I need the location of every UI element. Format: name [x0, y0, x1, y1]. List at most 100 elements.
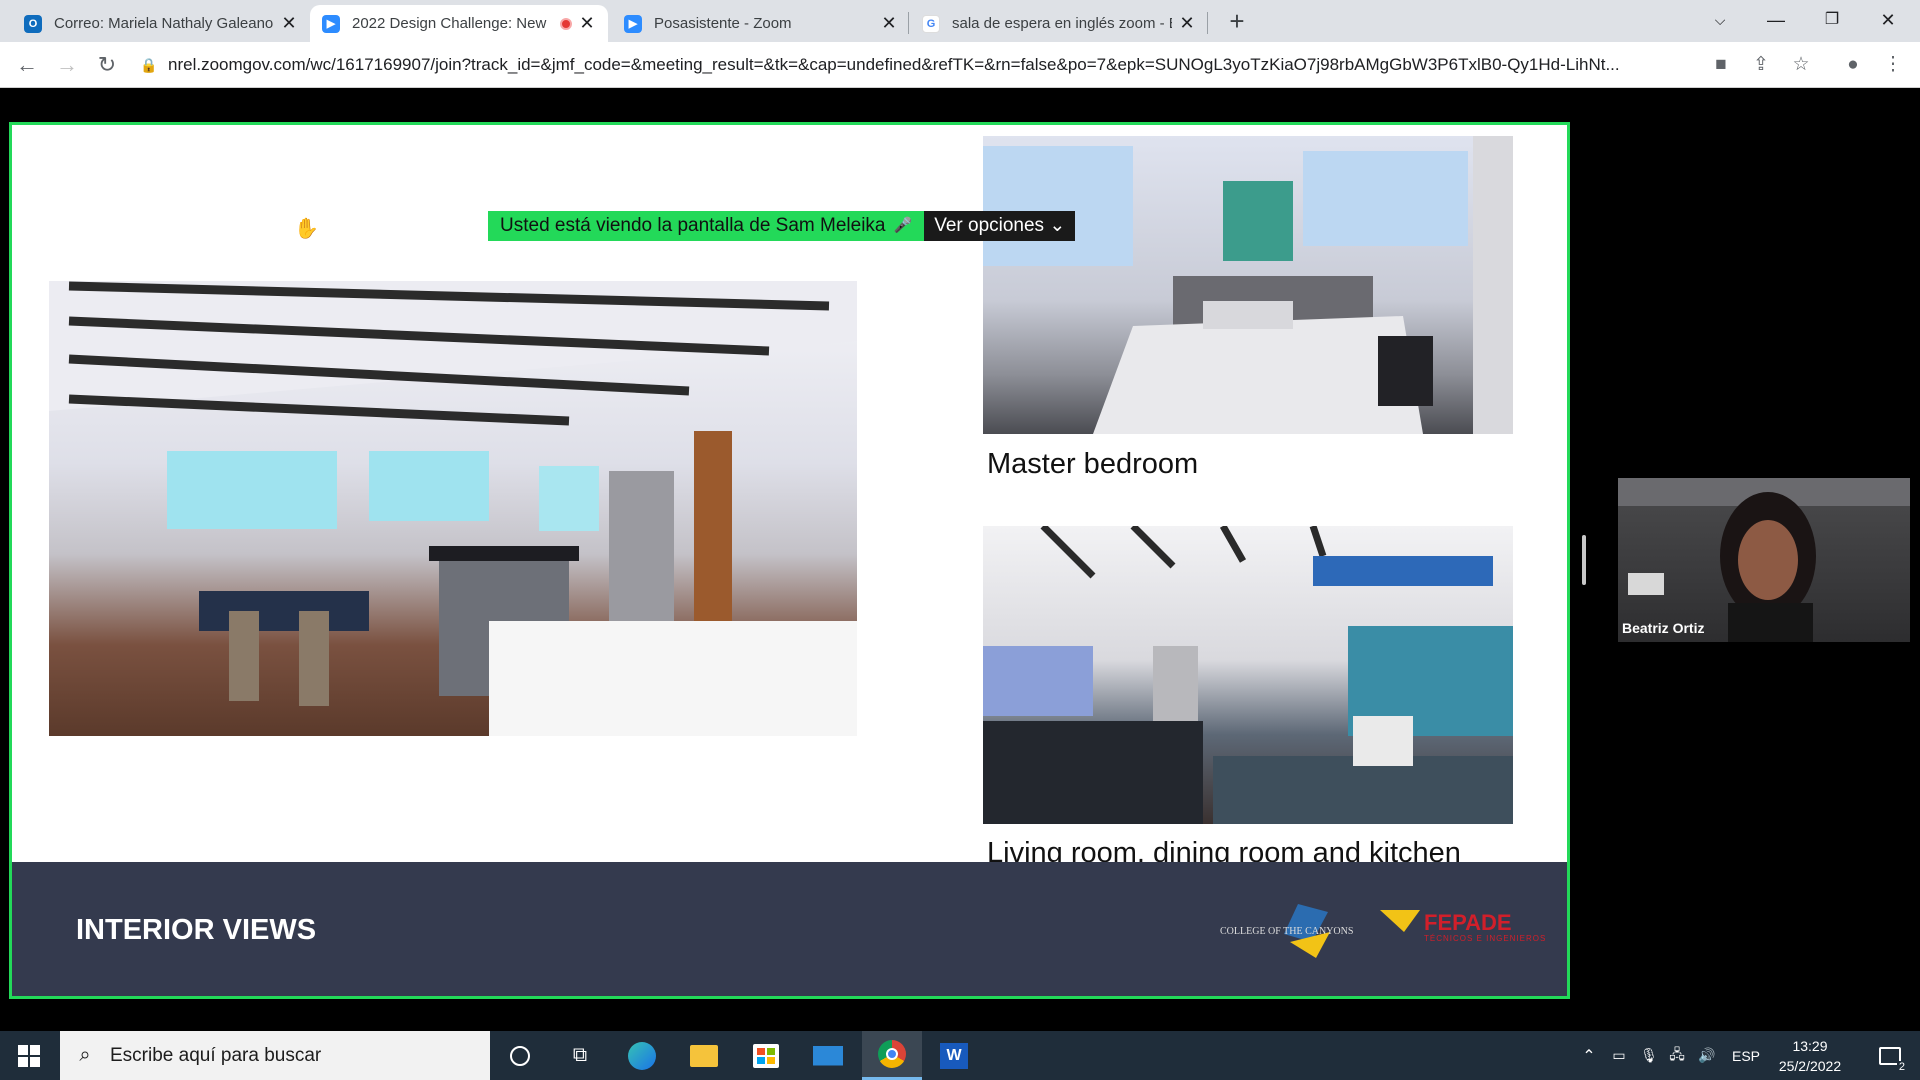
- windows-taskbar: ⌕ Escribe aquí para buscar ⧉ W ⌃ ▭ 🎙 🖧 🔊…: [0, 1031, 1920, 1080]
- notification-count: 2: [1896, 1060, 1907, 1073]
- living-room-render-image: [983, 526, 1513, 824]
- screen-share-banner: Usted está viendo la pantalla de Sam Mel…: [488, 211, 1076, 241]
- chrome-logo-center: [886, 1048, 898, 1060]
- zoom-icon: ▶: [322, 14, 340, 33]
- notifications-button[interactable]: 2: [1868, 1031, 1912, 1080]
- tab-title: 2022 Design Challenge: New: [352, 15, 547, 32]
- url-text[interactable]: nrel.zoomgov.com/wc/1617169907/join?trac…: [168, 55, 1620, 75]
- volume-icon[interactable]: 🔊: [1694, 1031, 1720, 1080]
- edge-icon[interactable]: [612, 1031, 672, 1080]
- slide-footer: INTERIOR VIEWS COLLEGE OF THE CANYONS FE…: [12, 862, 1567, 996]
- bedroom-render-graphic: [983, 136, 1513, 434]
- tab-search-chevron-icon[interactable]: ⌵: [1692, 0, 1748, 42]
- store-tile-yellow: [767, 1056, 775, 1064]
- tab-google-search[interactable]: G sala de espera en inglés zoom - B ✕: [910, 5, 1208, 42]
- viewing-screen-label: Usted está viendo la pantalla de Sam Mel…: [488, 211, 925, 241]
- show-hidden-icons-icon[interactable]: ⌃: [1576, 1031, 1602, 1080]
- camera-icon[interactable]: ■: [1706, 50, 1736, 80]
- store-tile-green: [767, 1047, 775, 1055]
- close-window-icon[interactable]: ✕: [1860, 0, 1916, 42]
- bedroom-caption: Master bedroom: [987, 448, 1199, 480]
- input-language[interactable]: ESP: [1728, 1031, 1764, 1080]
- network-icon[interactable]: 🖧: [1664, 1031, 1690, 1080]
- reload-icon[interactable]: ↻: [92, 50, 122, 80]
- close-tab-icon[interactable]: ✕: [880, 13, 898, 34]
- store-logo: [753, 1043, 779, 1068]
- taskbar-search-box[interactable]: ⌕ Escribe aquí para buscar: [60, 1031, 490, 1080]
- address-bar[interactable]: 🔒 nrel.zoomgov.com/wc/1617169907/join?tr…: [140, 47, 1700, 83]
- recording-icon: [560, 17, 572, 30]
- cortana-icon[interactable]: [490, 1031, 550, 1080]
- start-button[interactable]: [0, 1031, 58, 1080]
- viewing-screen-text: Usted está viendo la pantalla de Sam Mel…: [500, 215, 886, 236]
- system-clock[interactable]: 13:29 25/2/2022: [1770, 1036, 1850, 1076]
- minimize-icon[interactable]: —: [1748, 0, 1804, 42]
- fepade-logo-text: FEPADE: [1424, 910, 1512, 935]
- task-view-icon[interactable]: ⧉: [550, 1031, 610, 1080]
- participant-video-tile[interactable]: Beatriz Ortiz: [1618, 478, 1910, 642]
- clock-time: 13:29: [1792, 1038, 1828, 1054]
- close-tab-icon[interactable]: ✕: [280, 13, 298, 34]
- slide-title: INTERIOR VIEWS: [76, 914, 317, 946]
- view-options-button[interactable]: Ver opciones ⌄: [924, 211, 1076, 241]
- kitchen-render-image: [49, 281, 857, 736]
- mail-logo: [813, 1045, 843, 1066]
- profile-icon[interactable]: ●: [1838, 50, 1868, 80]
- kitchen-render-graphic: [49, 281, 857, 736]
- close-tab-icon[interactable]: ✕: [1178, 13, 1196, 34]
- new-tab-button[interactable]: +: [1222, 5, 1252, 37]
- outlook-icon: O: [24, 14, 42, 33]
- battery-icon[interactable]: ▭: [1606, 1031, 1632, 1080]
- mic-muted-icon: 🎤: [893, 217, 913, 234]
- file-explorer-icon[interactable]: [674, 1031, 734, 1080]
- hand-cursor-icon: ✋: [294, 218, 319, 240]
- tab-design-challenge[interactable]: ▶ 2022 Design Challenge: New ✕: [310, 5, 608, 42]
- tab-title: Posasistente - Zoom: [654, 15, 792, 32]
- zoom-icon: ▶: [624, 14, 642, 33]
- view-options-label: Ver opciones: [934, 215, 1045, 236]
- college-logo-text: COLLEGE OF THE CANYONS: [1220, 926, 1354, 937]
- close-tab-icon[interactable]: ✕: [578, 13, 596, 34]
- screen-share-view: Master bedroom Living room, dining room …: [9, 122, 1570, 999]
- notification-icon: 2: [1879, 1046, 1907, 1073]
- microphone-icon[interactable]: 🎙: [1636, 1031, 1662, 1080]
- google-icon: G: [922, 14, 940, 33]
- edge-logo: [628, 1041, 656, 1070]
- cortana-circle: [510, 1045, 530, 1066]
- share-icon[interactable]: ⇪: [1746, 50, 1776, 80]
- clock-date: 25/2/2022: [1778, 1058, 1842, 1074]
- tab-title: Correo: Mariela Nathaly Galeano: [54, 15, 274, 32]
- participant-name: Beatriz Ortiz: [1622, 620, 1705, 636]
- living-room-render-graphic: [983, 526, 1513, 824]
- word-icon[interactable]: W: [924, 1031, 984, 1080]
- participant-video-frame: [1618, 478, 1910, 642]
- tab-separator: [1207, 12, 1208, 34]
- tab-correo[interactable]: O Correo: Mariela Nathaly Galeano ✕: [12, 5, 310, 42]
- search-placeholder: Escribe aquí para buscar: [110, 1044, 322, 1066]
- lock-icon[interactable]: 🔒: [140, 57, 157, 74]
- panel-resize-handle[interactable]: [1582, 535, 1586, 585]
- restore-icon[interactable]: ❐: [1804, 0, 1860, 42]
- browser-tab-strip: O Correo: Mariela Nathaly Galeano ✕ ▶ 20…: [0, 0, 1920, 42]
- tab-separator: [908, 12, 909, 34]
- forward-icon[interactable]: →: [52, 50, 82, 80]
- browser-toolbar: ← → ↻ 🔒 nrel.zoomgov.com/wc/1617169907/j…: [0, 42, 1920, 88]
- fepade-logo-subtext: TÉCNICOS E INGENIEROS: [1424, 934, 1547, 943]
- store-tile-red: [757, 1047, 765, 1055]
- mail-icon[interactable]: [798, 1031, 858, 1080]
- bookmark-star-icon[interactable]: ☆: [1786, 50, 1816, 80]
- chrome-logo: [878, 1040, 906, 1068]
- zoom-meeting-area: Master bedroom Living room, dining room …: [0, 88, 1920, 1031]
- search-icon: ⌕: [79, 1044, 91, 1066]
- bedroom-render-image: [983, 136, 1513, 434]
- menu-icon[interactable]: ⋮: [1878, 50, 1908, 80]
- chevron-down-icon: ⌄: [1049, 215, 1066, 236]
- chrome-icon[interactable]: [862, 1031, 922, 1080]
- microsoft-store-icon[interactable]: [736, 1031, 796, 1080]
- store-tile-blue: [757, 1056, 765, 1064]
- folder-logo: [690, 1044, 718, 1067]
- back-icon[interactable]: ←: [12, 50, 42, 80]
- tab-title: sala de espera en inglés zoom - B: [952, 15, 1172, 32]
- tab-posasistente[interactable]: ▶ Posasistente - Zoom ✕: [612, 5, 910, 42]
- windows-logo-icon: [18, 1044, 40, 1067]
